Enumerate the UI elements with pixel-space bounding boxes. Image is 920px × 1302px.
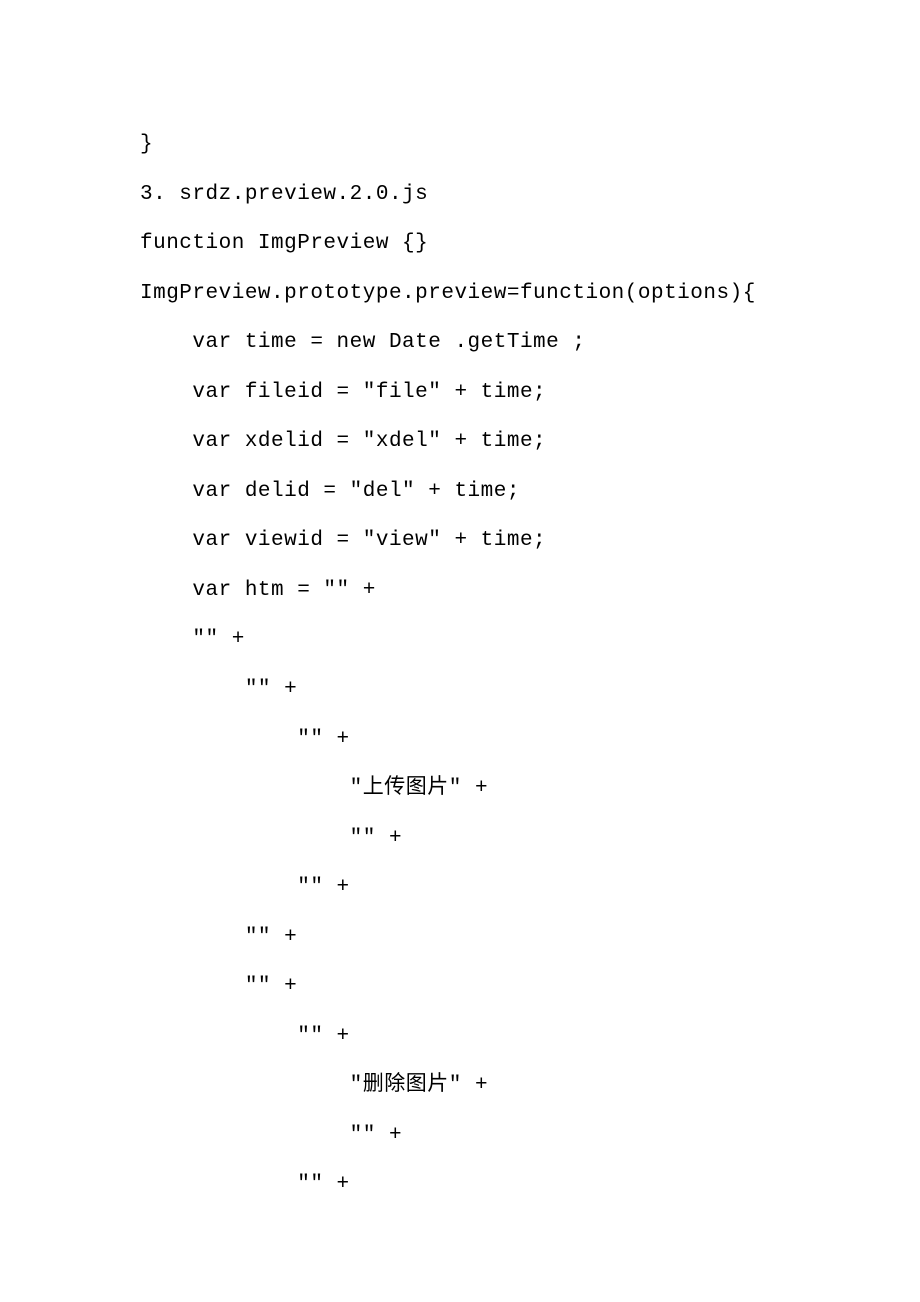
code-line: "上传图片" + [140, 764, 780, 814]
code-line: "" + [140, 1111, 780, 1161]
code-line: "" + [140, 1160, 780, 1210]
code-line: "" + [140, 814, 780, 864]
code-line: } [140, 120, 780, 170]
code-line: "" + [140, 863, 780, 913]
code-line: var xdelid = "xdel" + time; [140, 417, 780, 467]
document-page: }3. srdz.preview.2.0.jsfunction ImgPrevi… [0, 0, 920, 1210]
code-line: "" + [140, 1012, 780, 1062]
code-line: "" + [140, 615, 780, 665]
code-line: "" + [140, 913, 780, 963]
code-line: "删除图片" + [140, 1061, 780, 1111]
code-line: var htm = "" + [140, 566, 780, 616]
code-line: var fileid = "file" + time; [140, 368, 780, 418]
code-line: "" + [140, 665, 780, 715]
code-line: function ImgPreview {} [140, 219, 780, 269]
code-line: var viewid = "view" + time; [140, 516, 780, 566]
code-line: var time = new Date .getTime ; [140, 318, 780, 368]
code-line: "" + [140, 715, 780, 765]
code-line: 3. srdz.preview.2.0.js [140, 170, 780, 220]
code-line: var delid = "del" + time; [140, 467, 780, 517]
code-line: "" + [140, 962, 780, 1012]
code-line: ImgPreview.prototype.preview=function(op… [140, 269, 780, 319]
